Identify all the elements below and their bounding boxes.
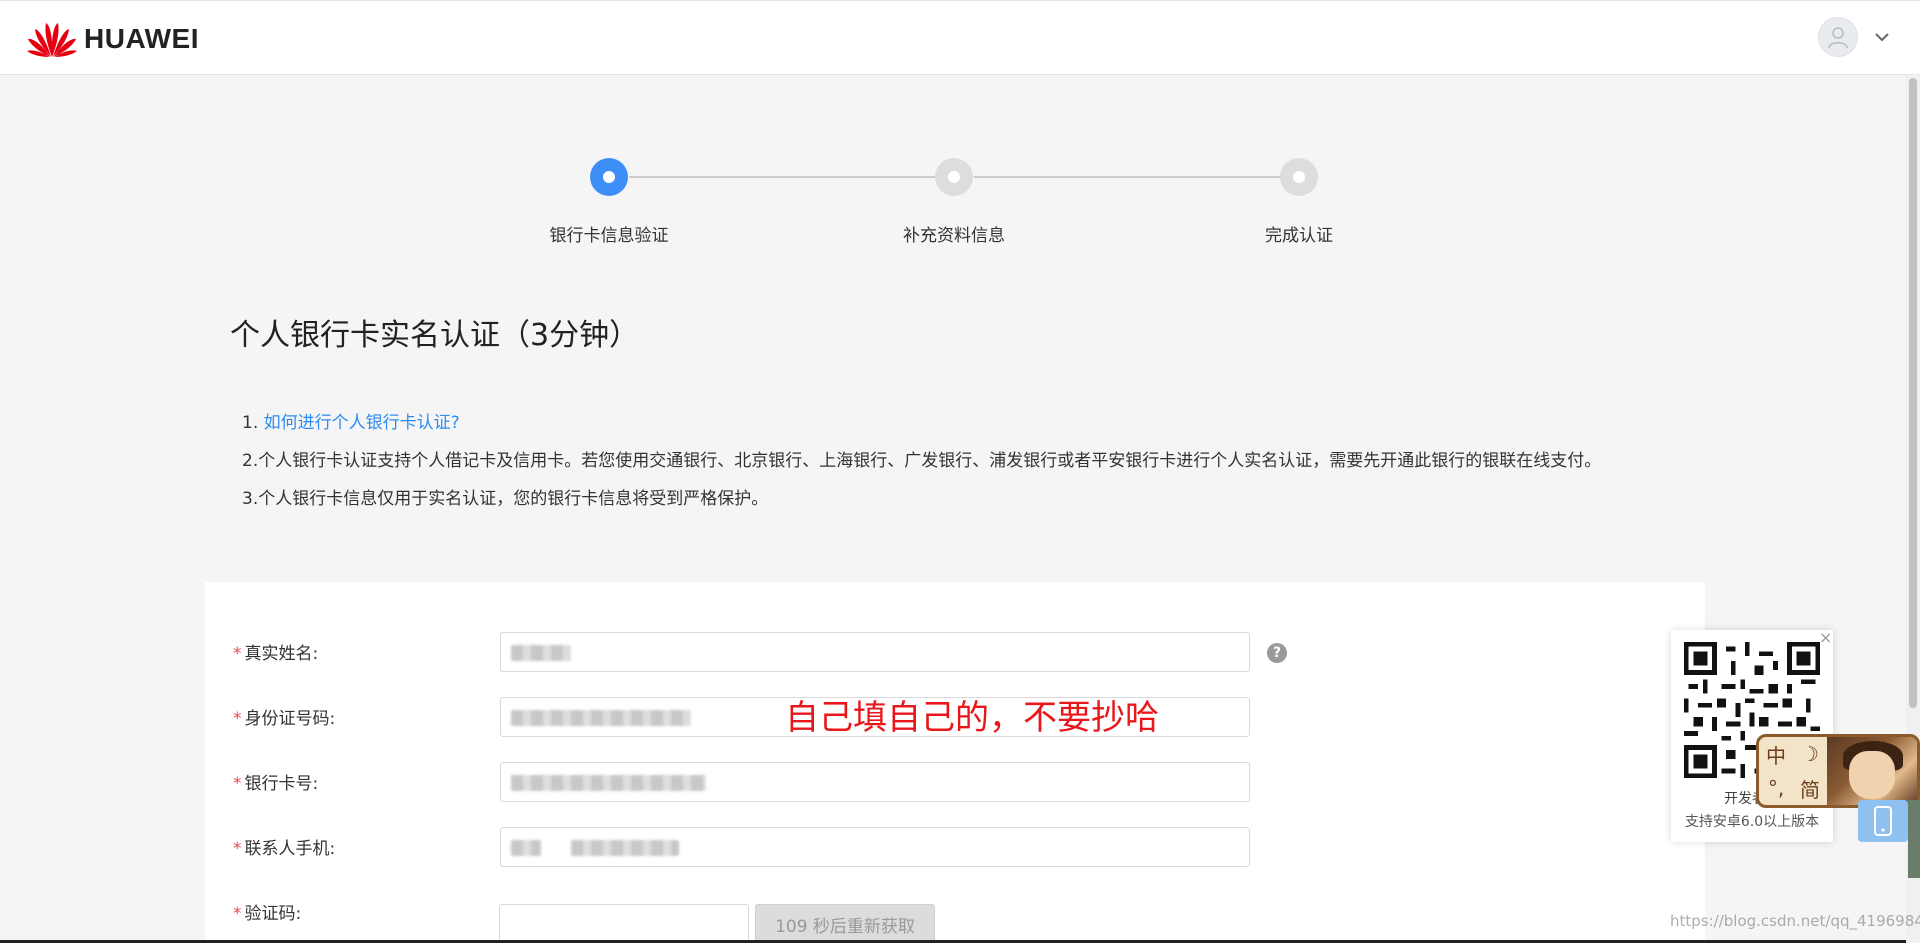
close-icon[interactable]: × <box>1819 628 1832 647</box>
blurred-value <box>511 840 541 856</box>
chevron-down-icon[interactable] <box>1872 27 1892 47</box>
real-name-input[interactable] <box>500 632 1250 672</box>
top-header: HUAWEI <box>0 0 1920 75</box>
phone-icon <box>1874 806 1892 836</box>
step-connector <box>629 176 936 178</box>
instruction-item-2: 2.个人银行卡认证支持个人借记卡及信用卡。若您使用交通银行、北京银行、上海银行、… <box>242 451 1602 471</box>
verification-code-input[interactable] <box>499 904 749 943</box>
contact-phone-label: * 联系人手机: <box>233 839 336 859</box>
ime-skin-portrait <box>1827 737 1917 805</box>
moon-icon[interactable]: ☽ <box>1801 742 1819 766</box>
mobile-phone-icon[interactable] <box>1858 800 1908 842</box>
ime-floating-widget[interactable]: 中 ☽ °, 简 <box>1756 734 1920 808</box>
instruction-item-3: 3.个人银行卡信息仅用于实名认证，您的银行卡信息将受到严格保护。 <box>242 489 769 509</box>
help-icon[interactable]: ? <box>1267 643 1287 663</box>
progress-steps: 银行卡信息验证 补充资料信息 完成认证 <box>0 155 1920 255</box>
instruction-item-1: 1. 如何进行个人银行卡认证? <box>242 413 460 433</box>
step-1-label: 银行卡信息验证 <box>549 226 669 246</box>
overlay-annotation: 自己填自己的，不要抄哈 <box>785 698 1159 738</box>
id-number-label: * 身份证号码: <box>233 709 336 729</box>
blurred-value <box>511 775 706 791</box>
verification-code-label: * 验证码: <box>233 904 302 924</box>
bank-card-input[interactable] <box>500 762 1250 802</box>
side-toolbar-tab[interactable] <box>1908 800 1920 878</box>
contact-phone-input[interactable] <box>500 827 1250 867</box>
step-connector <box>974 176 1281 178</box>
bank-card-label: * 银行卡号: <box>233 774 319 794</box>
source-watermark: https://blog.csdn.net/qq_41969845 <box>1670 912 1920 930</box>
ime-chinese-mode-key[interactable]: 中 <box>1766 740 1786 769</box>
qr-subcaption: 支持安卓6.0以上版本 <box>1684 814 1820 830</box>
ime-keys: 中 ☽ °, 简 <box>1759 737 1827 805</box>
blurred-value <box>571 840 679 856</box>
user-avatar-icon[interactable] <box>1818 17 1858 57</box>
person-icon <box>1828 27 1848 49</box>
blurred-value <box>511 645 571 661</box>
step-2-indicator <box>935 158 973 196</box>
blurred-value <box>511 710 691 726</box>
step-3-indicator <box>1280 158 1318 196</box>
how-to-verify-link[interactable]: 如何进行个人银行卡认证? <box>264 413 460 433</box>
brand-name: HUAWEI <box>84 23 199 54</box>
step-2-label: 补充资料信息 <box>903 226 1005 246</box>
page-title: 个人银行卡实名认证（3分钟） <box>230 318 640 353</box>
ime-punctuation-key[interactable]: °, <box>1768 776 1784 800</box>
huawei-petal-logo-icon <box>27 23 77 57</box>
resend-code-button[interactable]: 109 秒后重新获取 <box>755 904 935 943</box>
step-1-indicator <box>590 158 628 196</box>
instructions-list: 1. 如何进行个人银行卡认证? 2.个人银行卡认证支持个人借记卡及信用卡。若您使… <box>242 404 1601 518</box>
ime-simplified-key[interactable]: 简 <box>1800 774 1820 803</box>
verification-form: * 真实姓名: ? * 身份证号码: 自己填自己的，不要抄哈 * 银行卡号: * 联系人… <box>205 582 1705 943</box>
huawei-logo[interactable]: HUAWEI <box>26 19 199 59</box>
step-3-label: 完成认证 <box>1265 226 1333 246</box>
real-name-label: * 真实姓名: <box>233 644 319 664</box>
